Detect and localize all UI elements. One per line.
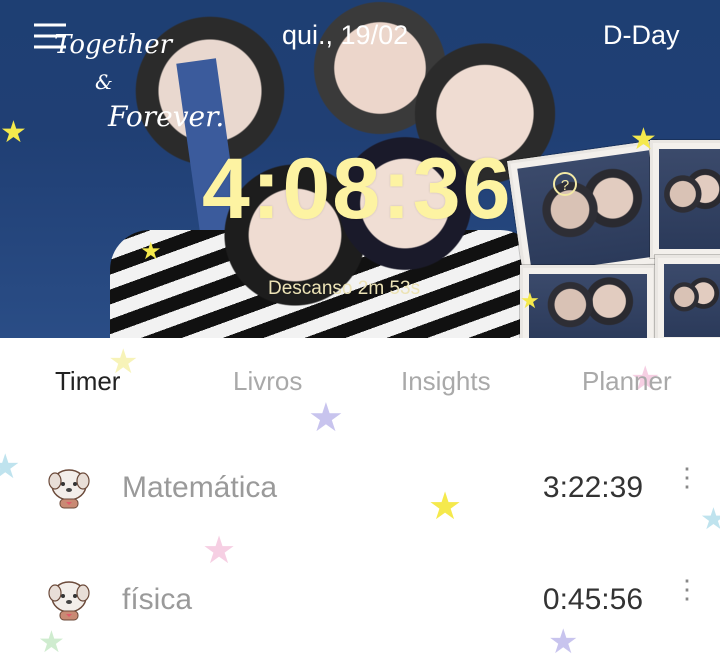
more-options-icon[interactable]: ⋮ [674, 464, 700, 503]
polaroid-photo [507, 140, 674, 284]
subject-row[interactable]: física 0:45:56 ⋮ [0, 555, 720, 645]
rest-label: Descanso 2m 53s [268, 278, 421, 299]
dday-button[interactable]: D-Day [603, 20, 680, 51]
tab-insights[interactable]: Insights [401, 366, 491, 397]
puppy-icon[interactable] [46, 577, 92, 623]
polaroid-photo [650, 140, 720, 258]
star-icon: ★ [140, 238, 162, 265]
subject-name: física [122, 583, 193, 616]
polaroid-photo [655, 255, 720, 338]
subject-row[interactable]: Matemática 3:22:39 ⋮ [0, 443, 720, 533]
header-banner: ★ ★ ★ ★ Together & Forever. qui., 19/02 … [0, 0, 720, 338]
tab-timer[interactable]: Timer [55, 366, 120, 397]
logo-ampersand: & [95, 70, 113, 94]
date-label[interactable]: qui., 19/02 [282, 20, 408, 51]
timer-display[interactable]: 4:08:36 [202, 140, 512, 239]
tab-livros[interactable]: Livros [233, 366, 302, 397]
polaroid-photo [520, 265, 656, 338]
logo-line2: Forever. [108, 100, 225, 133]
subject-name: Matemática [122, 471, 278, 504]
more-options-icon[interactable]: ⋮ [674, 576, 700, 615]
star-icon: ★ [520, 288, 540, 313]
subject-time: 0:45:56 [542, 583, 643, 616]
star-icon: ★ [0, 116, 27, 149]
subject-time: 3:22:39 [542, 471, 643, 504]
tab-planner[interactable]: Planner [582, 366, 672, 397]
puppy-icon[interactable] [46, 465, 92, 511]
help-icon[interactable]: ? [553, 172, 577, 196]
star-icon: ★ [630, 123, 657, 156]
logo-line1: Together [54, 30, 173, 60]
tab-bar: Timer Livros Insights Planner [0, 338, 720, 423]
